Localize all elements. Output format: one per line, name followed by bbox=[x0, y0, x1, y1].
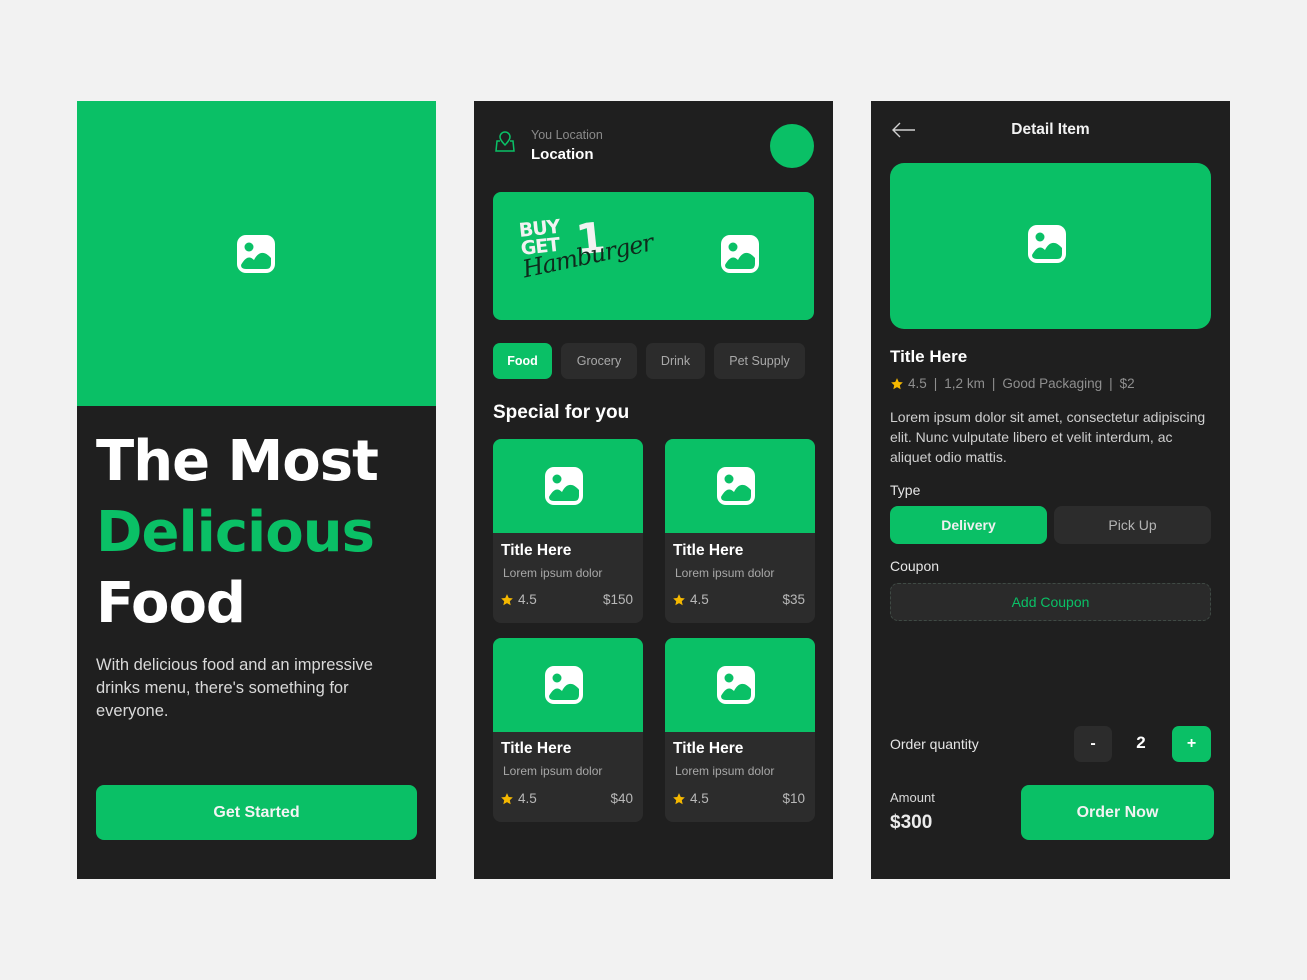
hero-image-placeholder bbox=[77, 101, 436, 406]
image-placeholder-icon bbox=[236, 234, 276, 274]
product-rating: 4.5 bbox=[500, 791, 537, 806]
product-card[interactable]: Title Here Lorem ipsum dolor 4.5 $10 bbox=[665, 638, 815, 822]
home-screen: You Location Location BUY GET 1 Hamburge… bbox=[474, 101, 833, 879]
image-placeholder-icon bbox=[1027, 224, 1067, 264]
tab-drink[interactable]: Drink bbox=[646, 343, 705, 379]
quantity-value: 2 bbox=[1136, 733, 1146, 752]
coupon-label: Coupon bbox=[890, 558, 940, 574]
separator: | bbox=[933, 376, 938, 391]
amount-label: Amount bbox=[890, 790, 935, 805]
tab-food[interactable]: Food bbox=[493, 343, 552, 379]
rating-value: 4.5 bbox=[518, 592, 537, 607]
get-started-button[interactable]: Get Started bbox=[96, 785, 417, 840]
item-title: Title Here bbox=[890, 347, 968, 366]
headline-line-2: Delicious bbox=[96, 500, 375, 565]
star-icon bbox=[890, 377, 904, 391]
star-icon bbox=[500, 792, 514, 806]
product-price: $10 bbox=[782, 791, 805, 806]
star-icon bbox=[672, 792, 686, 806]
product-card[interactable]: Title Here Lorem ipsum dolor 4.5 $35 bbox=[665, 439, 815, 623]
headline-line-1: The Most bbox=[96, 429, 379, 494]
add-coupon-button[interactable]: Add Coupon bbox=[890, 583, 1211, 621]
product-image-placeholder bbox=[493, 439, 643, 533]
product-card[interactable]: Title Here Lorem ipsum dolor 4.5 $40 bbox=[493, 638, 643, 822]
quantity-label: Order quantity bbox=[890, 736, 979, 752]
star-icon bbox=[500, 593, 514, 607]
product-title: Title Here bbox=[673, 542, 744, 559]
promo-artwork: BUY GET 1 Hamburger bbox=[518, 213, 655, 298]
type-label: Type bbox=[890, 482, 921, 498]
rating-value: 4.5 bbox=[690, 592, 709, 607]
pickup-option[interactable]: Pick Up bbox=[1054, 506, 1211, 544]
item-rating: 4.5 bbox=[908, 376, 927, 391]
tab-pet-supply[interactable]: Pet Supply bbox=[714, 343, 805, 379]
product-subtitle: Lorem ipsum dolor bbox=[675, 566, 775, 580]
rating-value: 4.5 bbox=[690, 791, 709, 806]
promo-banner[interactable]: BUY GET 1 Hamburger bbox=[493, 192, 814, 320]
headline-line-3: Food bbox=[96, 571, 246, 636]
tab-grocery[interactable]: Grocery bbox=[561, 343, 637, 379]
product-image-placeholder bbox=[665, 439, 815, 533]
category-tabs: Food Grocery Drink Pet Supply bbox=[493, 343, 805, 379]
product-card[interactable]: Title Here Lorem ipsum dolor 4.5 $150 bbox=[493, 439, 643, 623]
order-now-button[interactable]: Order Now bbox=[1021, 785, 1214, 840]
separator: | bbox=[1109, 376, 1113, 391]
image-placeholder-icon bbox=[720, 234, 760, 274]
location-value[interactable]: Location bbox=[531, 146, 594, 163]
product-title: Title Here bbox=[501, 542, 572, 559]
image-placeholder-icon bbox=[544, 665, 584, 705]
image-placeholder-icon bbox=[716, 665, 756, 705]
product-rating: 4.5 bbox=[672, 592, 709, 607]
increase-quantity-button[interactable]: + bbox=[1172, 726, 1211, 762]
headline: The Most Delicious Food bbox=[96, 426, 379, 639]
item-tag: Good Packaging bbox=[1002, 376, 1103, 391]
product-subtitle: Lorem ipsum dolor bbox=[503, 764, 603, 778]
product-title: Title Here bbox=[501, 740, 572, 757]
image-placeholder-icon bbox=[716, 466, 756, 506]
product-rating: 4.5 bbox=[500, 592, 537, 607]
location-caption: You Location bbox=[531, 128, 603, 142]
onboarding-screen: The Most Delicious Food With delicious f… bbox=[77, 101, 436, 879]
product-price: $150 bbox=[602, 592, 633, 607]
item-description: Lorem ipsum dolor sit amet, consectetur … bbox=[890, 409, 1206, 465]
star-icon bbox=[672, 593, 686, 607]
item-distance: 1,2 km bbox=[944, 376, 985, 391]
decrease-quantity-button[interactable]: - bbox=[1074, 726, 1112, 762]
separator: | bbox=[991, 376, 996, 391]
rating-value: 4.5 bbox=[518, 791, 537, 806]
product-subtitle: Lorem ipsum dolor bbox=[675, 764, 775, 778]
product-price: $35 bbox=[782, 592, 805, 607]
onboarding-description: With delicious food and an impressive dr… bbox=[96, 656, 373, 720]
product-price: $40 bbox=[610, 791, 633, 806]
product-title: Title Here bbox=[673, 740, 744, 757]
product-rating: 4.5 bbox=[672, 791, 709, 806]
image-placeholder-icon bbox=[544, 466, 584, 506]
location-pin-icon[interactable] bbox=[494, 129, 516, 153]
product-image-placeholder bbox=[493, 638, 643, 732]
detail-screen: Detail Item Title Here 4.5 | 1,2 km | Go… bbox=[871, 101, 1230, 879]
item-meta: 4.5 | 1,2 km | Good Packaging | $2 bbox=[890, 376, 1135, 391]
delivery-option[interactable]: Delivery bbox=[890, 506, 1047, 544]
section-title: Special for you bbox=[493, 402, 630, 423]
item-image-placeholder bbox=[890, 163, 1211, 329]
amount-value: $300 bbox=[890, 812, 933, 833]
item-fee: $2 bbox=[1119, 376, 1135, 391]
page-title: Detail Item bbox=[1011, 121, 1090, 138]
avatar[interactable] bbox=[770, 124, 814, 168]
product-image-placeholder bbox=[665, 638, 815, 732]
product-subtitle: Lorem ipsum dolor bbox=[503, 566, 603, 580]
